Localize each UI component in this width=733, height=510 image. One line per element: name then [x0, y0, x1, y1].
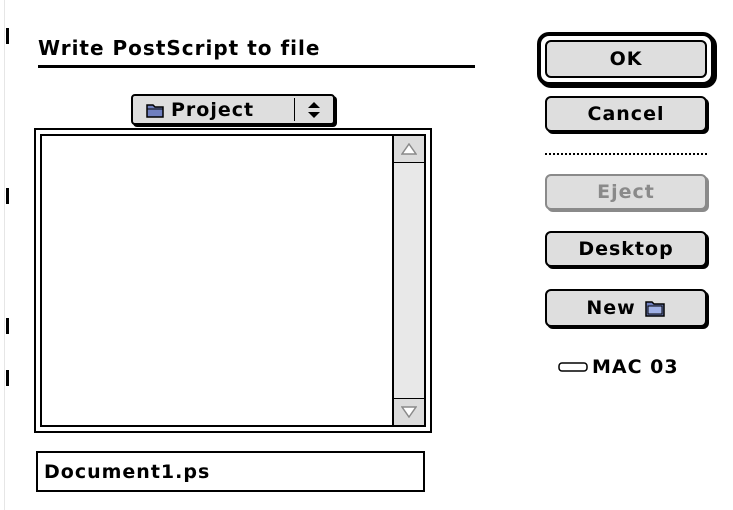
disk-icon	[558, 362, 588, 372]
vertical-scrollbar[interactable]	[392, 136, 424, 425]
edge-marker	[6, 188, 9, 204]
desktop-button[interactable]: Desktop	[545, 231, 707, 267]
edge-marker	[6, 370, 9, 386]
button-separator	[545, 153, 707, 155]
popup-divider	[294, 98, 295, 121]
scroll-down-arrow-icon	[401, 406, 417, 418]
window-edge	[4, 0, 5, 510]
file-list[interactable]	[40, 134, 426, 427]
edge-marker	[6, 318, 9, 334]
dialog-title: Write PostScript to file	[38, 36, 321, 60]
scroll-down-button[interactable]	[394, 398, 424, 425]
volume-indicator: MAC 03	[558, 356, 679, 378]
new-folder-label: New	[586, 297, 636, 319]
edge-marker	[6, 28, 9, 44]
scroll-up-arrow-icon	[401, 143, 417, 155]
new-folder-button[interactable]: New	[545, 289, 707, 327]
updown-arrows-icon	[308, 102, 320, 118]
file-list-frame	[34, 128, 432, 433]
cancel-button[interactable]: Cancel	[545, 96, 707, 132]
eject-button[interactable]: Eject	[545, 174, 707, 210]
new-folder-icon	[644, 301, 665, 317]
filename-field[interactable]: Document1.ps	[36, 451, 425, 492]
scroll-up-button[interactable]	[394, 136, 424, 163]
folder-icon	[146, 103, 164, 118]
title-underline	[38, 65, 475, 68]
ok-button[interactable]: OK	[545, 40, 707, 78]
folder-popup-menu[interactable]: Project	[131, 94, 335, 125]
volume-name: MAC 03	[592, 356, 679, 378]
folder-popup-label: Project	[171, 98, 255, 121]
